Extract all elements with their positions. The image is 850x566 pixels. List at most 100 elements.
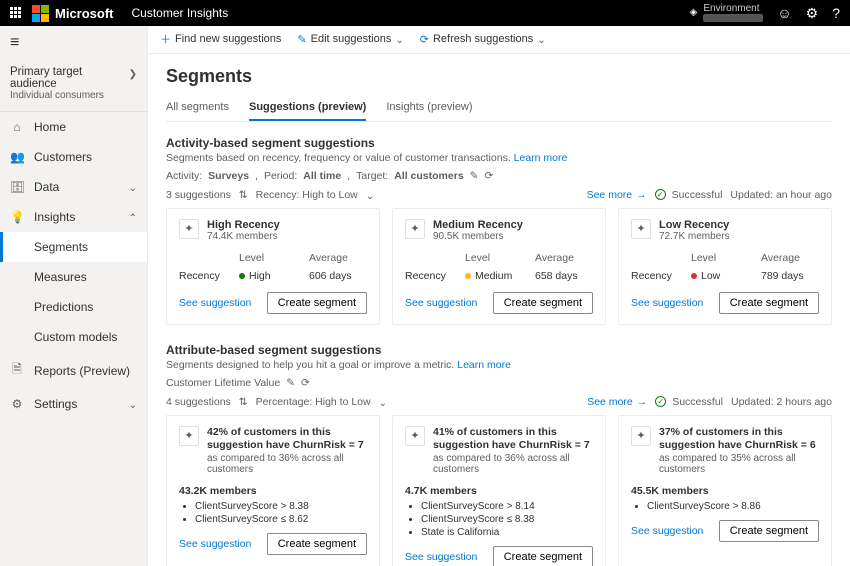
rule-item: State is California: [421, 527, 593, 538]
microsoft-logo: [32, 5, 49, 22]
gear-icon: ⚙: [10, 397, 24, 411]
sidebar-item-predictions[interactable]: Predictions: [0, 292, 147, 322]
tab-all-segments[interactable]: All segments: [166, 97, 229, 121]
feedback-icon[interactable]: ☺: [777, 5, 791, 21]
tabs: All segments Suggestions (preview) Insig…: [166, 97, 832, 122]
help-icon[interactable]: ?: [832, 5, 840, 21]
see-more-link[interactable]: See more→: [587, 189, 647, 201]
edit-icon[interactable]: ✎: [286, 377, 295, 389]
create-segment-button[interactable]: Create segment: [719, 520, 819, 542]
members-count: 45.5K members: [631, 485, 819, 497]
hamburger-icon[interactable]: ≡: [0, 26, 147, 60]
sort-label[interactable]: Percentage: High to Low: [256, 396, 371, 408]
edit-icon[interactable]: ✎: [470, 170, 479, 182]
attribute-section-title: Attribute-based segment suggestions: [166, 343, 832, 357]
rule-item: ClientSurveyScore > 8.14: [421, 501, 593, 512]
create-segment-button[interactable]: Create segment: [267, 292, 367, 314]
edit-suggestions-button[interactable]: ✎Edit suggestions⌄: [297, 32, 403, 46]
compare-text: as compared to 36% across all customers: [433, 453, 593, 475]
sidebar-item-segments[interactable]: Segments: [0, 232, 147, 262]
metric-label: Customer Lifetime Value: [166, 377, 280, 389]
refresh-icon[interactable]: ⟳: [301, 377, 310, 389]
sidebar-item-reports[interactable]: 🗎Reports (Preview): [0, 352, 147, 389]
level-value: Medium: [465, 270, 535, 282]
sidebar-item-settings[interactable]: ⚙Settings⌄: [0, 389, 147, 419]
refresh-icon: ⟳: [420, 33, 429, 46]
sidebar-item-custom-models[interactable]: Custom models: [0, 322, 147, 352]
average-value: 789 days: [761, 270, 831, 282]
see-suggestion-link[interactable]: See suggestion: [631, 297, 703, 309]
suggestion-count: 4 suggestions: [166, 396, 231, 408]
home-icon: ⌂: [10, 120, 24, 134]
sidebar-label: Predictions: [34, 300, 93, 314]
chevron-down-icon: ⌄: [537, 32, 545, 46]
see-suggestion-link[interactable]: See suggestion: [179, 297, 251, 309]
chevron-down-icon: ⌄: [395, 32, 403, 46]
environment-picker[interactable]: ◈ Environment: [690, 4, 764, 22]
top-bar: Microsoft Customer Insights ◈ Environmen…: [0, 0, 850, 26]
sort-label[interactable]: Recency: High to Low: [256, 189, 358, 201]
see-suggestion-link[interactable]: See suggestion: [405, 297, 477, 309]
card-title: 42% of customers in this suggestion have…: [207, 426, 367, 453]
data-icon: 🗄: [10, 180, 24, 194]
members-count: 43.2K members: [179, 485, 367, 497]
col-average: Average: [761, 252, 831, 264]
sidebar-item-home[interactable]: ⌂ Home: [0, 112, 147, 142]
find-suggestions-button[interactable]: ＋Find new suggestions: [160, 31, 281, 47]
sidebar-label: Home: [34, 120, 66, 134]
activity-card: ✦ Low Recency 72.7K members LevelAverage…: [618, 208, 832, 325]
col-level: Level: [691, 252, 761, 264]
success-icon: ✓: [655, 396, 666, 407]
segment-icon: ✦: [631, 426, 651, 446]
see-suggestion-link[interactable]: See suggestion: [179, 538, 251, 550]
create-segment-button[interactable]: Create segment: [267, 533, 367, 555]
cmd-label: Edit suggestions: [311, 33, 392, 45]
cmd-label: Find new suggestions: [175, 33, 281, 45]
see-more-link[interactable]: See more→: [587, 396, 647, 408]
sidebar-item-customers[interactable]: 👥 Customers: [0, 142, 147, 172]
learn-more-link[interactable]: Learn more: [514, 152, 568, 164]
sidebar-item-data[interactable]: 🗄Data⌄: [0, 172, 147, 202]
status-text: Successful: [672, 396, 723, 408]
tab-insights[interactable]: Insights (preview): [386, 97, 472, 121]
status-text: Successful: [672, 189, 723, 201]
settings-icon[interactable]: ⚙: [806, 5, 819, 22]
create-segment-button[interactable]: Create segment: [719, 292, 819, 314]
col-average: Average: [309, 252, 379, 264]
row-label: Recency: [179, 270, 239, 282]
see-suggestion-link[interactable]: See suggestion: [631, 525, 703, 537]
segment-icon: ✦: [179, 219, 199, 239]
chevron-down-icon: ⌄: [379, 395, 387, 409]
app-launcher-icon[interactable]: [10, 7, 22, 19]
compare-text: as compared to 35% across all customers: [659, 453, 819, 475]
learn-more-link[interactable]: Learn more: [457, 359, 511, 371]
attribute-card: ✦ 41% of customers in this suggestion ha…: [392, 415, 606, 566]
sort-icon[interactable]: ⇅: [239, 396, 248, 408]
sidebar-label: Segments: [34, 240, 88, 254]
customers-icon: 👥: [10, 150, 24, 164]
sidebar-label: Insights: [34, 210, 75, 224]
tab-suggestions[interactable]: Suggestions (preview): [249, 97, 366, 121]
create-segment-button[interactable]: Create segment: [493, 292, 593, 314]
insights-icon: 💡: [10, 210, 24, 224]
see-suggestion-link[interactable]: See suggestion: [405, 551, 477, 563]
sort-icon[interactable]: ⇅: [239, 189, 248, 201]
sidebar-label: Customers: [34, 150, 92, 164]
brand-name: Microsoft: [55, 6, 114, 21]
refresh-suggestions-button[interactable]: ⟳Refresh suggestions⌄: [420, 32, 546, 46]
col-level: Level: [239, 252, 309, 264]
card-title: High Recency: [207, 219, 280, 231]
segment-icon: ✦: [631, 219, 651, 239]
audience-sub: Individual consumers: [10, 90, 129, 101]
segment-icon: ✦: [179, 426, 199, 446]
card-members: 72.7K members: [659, 231, 730, 242]
suggestion-count: 3 suggestions: [166, 189, 231, 201]
sidebar-item-insights[interactable]: 💡Insights⌃: [0, 202, 147, 232]
create-segment-button[interactable]: Create segment: [493, 546, 593, 566]
audience-picker[interactable]: Primary target audience Individual consu…: [0, 60, 147, 112]
average-value: 606 days: [309, 270, 379, 282]
rule-item: ClientSurveyScore ≤ 8.62: [195, 514, 367, 525]
refresh-icon[interactable]: ⟳: [484, 170, 493, 182]
sidebar-item-measures[interactable]: Measures: [0, 262, 147, 292]
sidebar: ≡ Primary target audience Individual con…: [0, 26, 148, 566]
